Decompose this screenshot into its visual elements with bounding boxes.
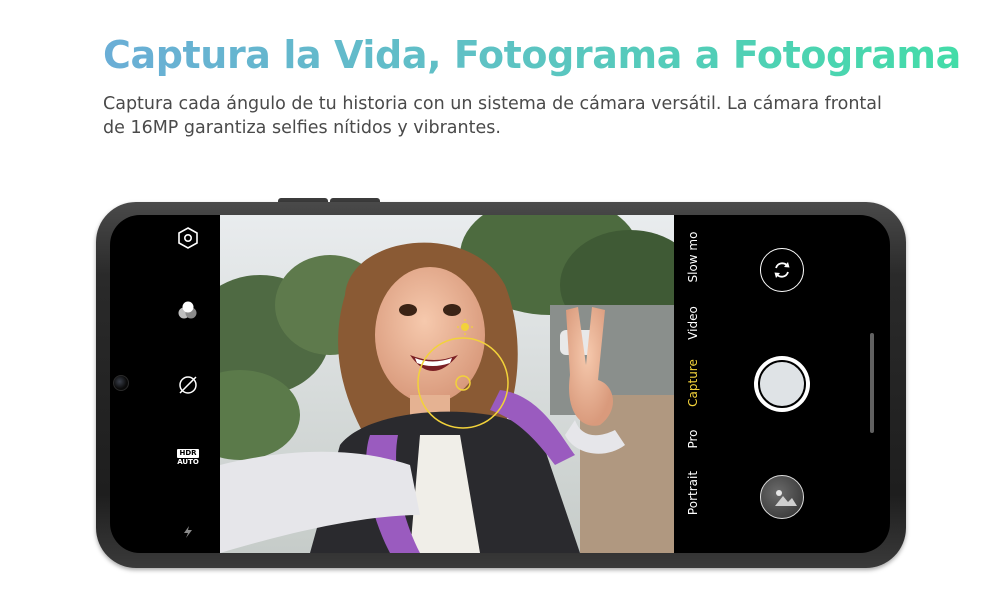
focus-ring[interactable] (417, 337, 509, 429)
side-highlight (870, 333, 874, 433)
shutter-button[interactable] (754, 356, 810, 412)
rotate-camera-icon (774, 262, 790, 278)
filter-circles-icon[interactable] (176, 299, 200, 323)
hdr-label: HDR (177, 449, 199, 458)
flash-icon[interactable] (176, 520, 200, 544)
focus-overlay (417, 319, 509, 429)
focus-center (455, 375, 471, 391)
gallery-preview-icon (775, 490, 797, 506)
camera-viewfinder[interactable] (220, 215, 674, 553)
settings-hexagon-icon[interactable] (176, 226, 200, 250)
mode-video[interactable]: Video (686, 296, 700, 350)
front-camera-icon (113, 375, 129, 391)
auto-label: AUTO (177, 458, 199, 466)
hdr-auto-icon[interactable]: HDR AUTO (176, 446, 200, 470)
gallery-thumbnail[interactable] (760, 475, 804, 519)
mode-slow-mo[interactable]: Slow mo (686, 230, 700, 284)
page-title: Captura la Vida, Fotograma a Fotograma (103, 30, 961, 80)
shutter-inner (758, 360, 806, 408)
page-subtitle: Captura cada ángulo de tu historia con u… (103, 94, 882, 138)
mode-portrait[interactable]: Portrait (686, 466, 700, 520)
exposure-sun-icon[interactable] (457, 319, 473, 335)
switch-camera-button[interactable] (760, 248, 804, 292)
mode-pro[interactable]: Pro (686, 412, 700, 466)
timer-off-icon[interactable] (176, 372, 200, 396)
mode-capture[interactable]: Capture (686, 356, 700, 410)
